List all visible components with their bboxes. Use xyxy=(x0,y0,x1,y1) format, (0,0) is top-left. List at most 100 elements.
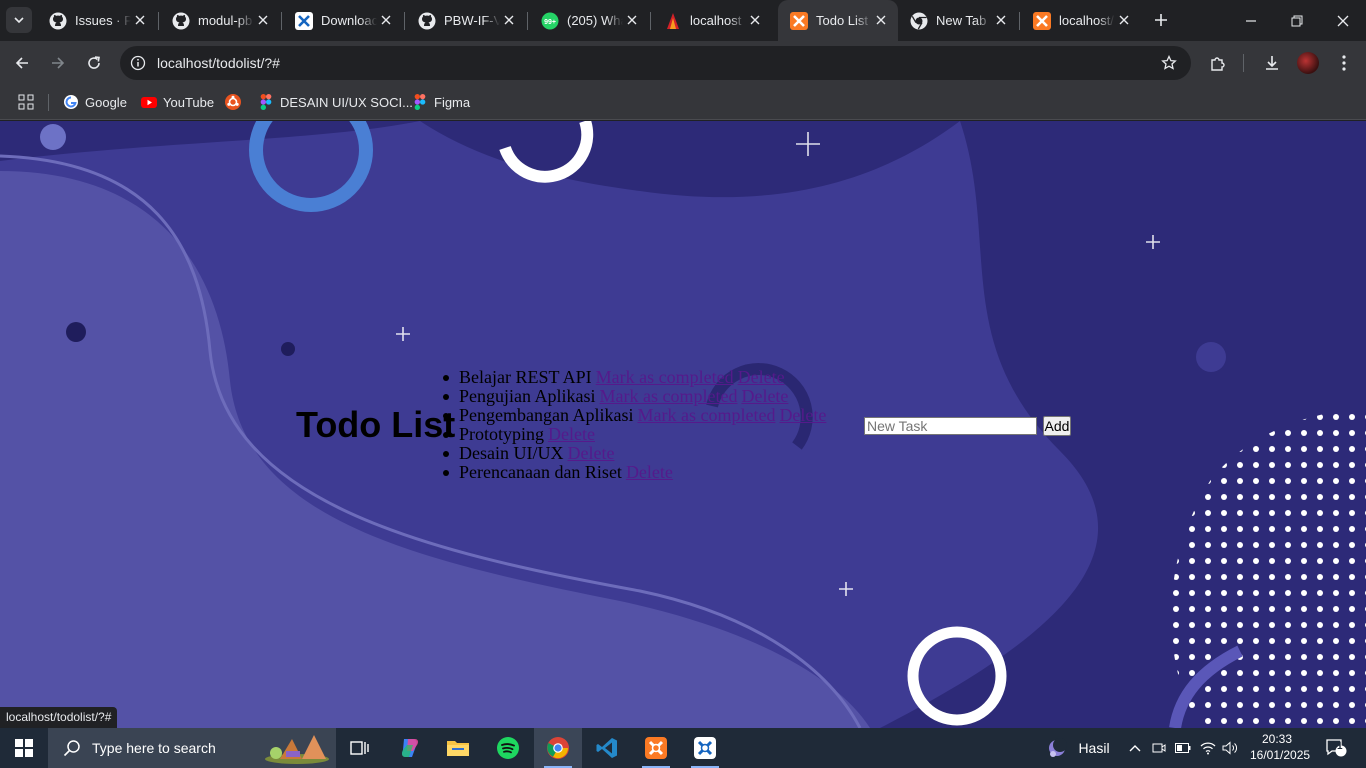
task-view-icon xyxy=(350,741,369,755)
task-name: Perencanaan dan Riset xyxy=(459,462,622,482)
bookmark-google[interactable]: Google xyxy=(63,92,127,112)
youtube-icon xyxy=(141,94,157,110)
search-highlight-illustration xyxy=(265,735,329,764)
tab-search-button[interactable] xyxy=(6,7,32,33)
taskbar-clock[interactable]: 20:33 16/01/2025 xyxy=(1250,731,1310,763)
apps-grid-icon xyxy=(18,94,34,110)
apps-button[interactable] xyxy=(18,92,40,112)
site-info-icon[interactable] xyxy=(128,53,148,73)
meet-now-button[interactable] xyxy=(1150,728,1168,768)
mark-completed-link[interactable]: Mark as completed xyxy=(637,405,775,425)
network-indicator[interactable] xyxy=(1198,728,1218,768)
restore-button[interactable] xyxy=(1274,0,1320,41)
browser-tab[interactable]: Todo List xyxy=(778,0,898,41)
browser-tab[interactable]: localhost xyxy=(652,0,772,41)
ubuntu-icon xyxy=(225,94,241,110)
github-icon xyxy=(418,12,436,30)
chrome-icon xyxy=(910,12,928,30)
wifi-icon xyxy=(1200,742,1216,755)
tray-overflow-button[interactable] xyxy=(1126,728,1144,768)
spotify-app[interactable] xyxy=(484,728,532,768)
bookmark-label: Figma xyxy=(434,94,471,110)
extensions-button[interactable] xyxy=(1204,49,1232,77)
delete-task-link[interactable]: Delete xyxy=(567,443,614,463)
puzzle-icon xyxy=(1211,57,1225,71)
vscode-app[interactable] xyxy=(583,728,631,768)
tab-separator xyxy=(527,12,528,30)
tab-separator xyxy=(650,12,651,30)
delete-task-link[interactable]: Delete xyxy=(548,424,595,444)
notification-center-button[interactable]: 1 xyxy=(1318,728,1354,768)
bookmarks-bar: Google YouTube DESAIN UI/UX SOCI... Figm… xyxy=(0,85,1366,120)
task-item: Pengujian Aplikasi Mark as completed Delet… xyxy=(442,386,826,406)
minimize-button[interactable] xyxy=(1228,0,1274,41)
chrome-menu-button[interactable] xyxy=(1330,49,1358,77)
tab-close-icon[interactable] xyxy=(748,13,762,27)
forward-button[interactable] xyxy=(44,49,72,77)
chrome-app[interactable] xyxy=(534,728,582,768)
taskbar-search-box[interactable]: Type here to search xyxy=(48,728,336,768)
bookmark-desain-uiux[interactable]: DESAIN UI/UX SOCI... xyxy=(258,92,413,112)
delete-task-link[interactable]: Delete xyxy=(741,386,788,406)
file-explorer-app[interactable] xyxy=(434,728,482,768)
browser-tab[interactable]: localhost/ xyxy=(1021,0,1141,41)
tab-close-icon[interactable] xyxy=(994,13,1008,27)
tab-close-icon[interactable] xyxy=(874,13,888,27)
delete-task-link[interactable]: Delete xyxy=(738,367,785,387)
xampp-control-icon xyxy=(694,737,716,759)
task-name: Desain UI/UX xyxy=(459,443,564,463)
downloads-button[interactable] xyxy=(1258,49,1286,77)
browser-tab[interactable]: Issues · Pe xyxy=(37,0,157,41)
browser-tab[interactable]: PBW-IF-V xyxy=(406,0,526,41)
weather-label: Hasil xyxy=(1078,740,1110,756)
battery-indicator[interactable] xyxy=(1173,728,1193,768)
volume-indicator[interactable] xyxy=(1220,728,1240,768)
browser-tab[interactable]: modul-pb xyxy=(160,0,280,41)
mark-completed-link[interactable]: Mark as completed xyxy=(600,386,738,406)
svg-text:99+: 99+ xyxy=(544,19,556,26)
bookmark-star-icon[interactable] xyxy=(1159,53,1179,73)
bookmark-figma[interactable]: Figma xyxy=(412,92,470,112)
new-tab-button[interactable] xyxy=(1150,9,1172,31)
camera-icon xyxy=(1152,743,1166,753)
start-button[interactable] xyxy=(0,728,48,768)
tab-close-icon[interactable] xyxy=(379,13,393,27)
reload-button[interactable] xyxy=(80,49,108,77)
profile-avatar[interactable] xyxy=(1297,52,1319,74)
download-icon xyxy=(1266,56,1278,70)
tab-close-icon[interactable] xyxy=(625,13,639,27)
tab-close-icon[interactable] xyxy=(133,13,147,27)
mark-completed-link[interactable]: Mark as completed xyxy=(596,367,734,387)
task-name: Belajar REST API xyxy=(459,367,592,387)
task-name: Pengembangan Aplikasi xyxy=(459,405,634,425)
chevron-down-icon xyxy=(14,17,24,24)
address-bar[interactable]: localhost/todolist/?# xyxy=(120,46,1191,80)
whatsapp-icon: 99+ xyxy=(541,12,559,30)
tab-title: modul-pb xyxy=(198,13,253,28)
copilot-app[interactable] xyxy=(386,728,434,768)
tab-close-icon[interactable] xyxy=(256,13,270,27)
add-task-button[interactable]: Add xyxy=(1043,416,1071,436)
close-window-button[interactable] xyxy=(1320,0,1366,41)
github-icon xyxy=(172,12,190,30)
browser-tab[interactable]: 99+ (205) Wha xyxy=(529,0,649,41)
delete-task-link[interactable]: Delete xyxy=(779,405,826,425)
task-list: Belajar REST API Mark as completed Delete P… xyxy=(442,367,826,482)
tab-close-icon[interactable] xyxy=(502,13,516,27)
task-view-button[interactable] xyxy=(336,728,384,768)
bookmark-youtube[interactable]: YouTube xyxy=(141,92,214,112)
bookmark-label: YouTube xyxy=(163,94,215,110)
xampp-app[interactable] xyxy=(632,728,680,768)
browser-tab[interactable]: New Tab xyxy=(898,0,1018,41)
bookmark-ubuntu[interactable] xyxy=(225,92,247,112)
weather-widget[interactable]: Hasil xyxy=(1040,728,1116,768)
back-button[interactable] xyxy=(8,49,36,77)
xampp-control-app[interactable] xyxy=(681,728,729,768)
new-task-input[interactable] xyxy=(864,417,1037,435)
github-icon xyxy=(49,12,67,30)
tab-separator xyxy=(404,12,405,30)
browser-tab[interactable]: Downloac xyxy=(283,0,403,41)
tab-close-icon[interactable] xyxy=(1117,13,1131,27)
delete-task-link[interactable]: Delete xyxy=(626,462,673,482)
page-title: Todo List xyxy=(296,404,456,445)
